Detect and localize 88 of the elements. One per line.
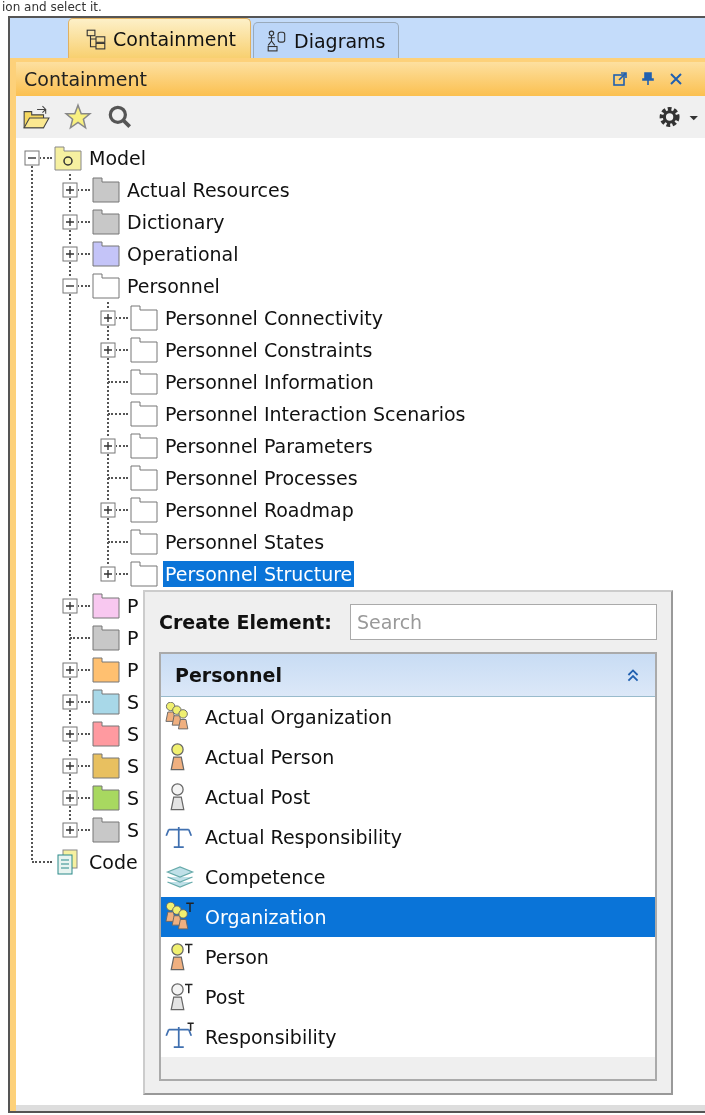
tree-item[interactable]: Personnel Parameters (163, 433, 375, 459)
tree-item[interactable]: P (125, 625, 141, 651)
expand-toggle[interactable] (100, 342, 116, 358)
list-item[interactable]: Actual Person (161, 737, 655, 777)
tree-item[interactable]: Personnel Constraints (163, 337, 375, 363)
caption-text: ion and select it. (1, 0, 103, 16)
folder-icon (92, 657, 120, 683)
tree-item[interactable]: Actual Resources (125, 177, 292, 203)
tree-item[interactable]: S (125, 753, 142, 779)
expand-toggle[interactable] (62, 214, 78, 230)
list-item[interactable]: Actual Responsibility (161, 817, 655, 857)
list-item[interactable]: Competence (161, 857, 655, 897)
tree-item[interactable]: S (125, 785, 142, 811)
folder-icon (92, 273, 120, 299)
tree-item[interactable]: Personnel Roadmap (163, 497, 356, 523)
tree-item[interactable]: Personnel Structure (163, 561, 355, 587)
tree-item[interactable]: Personnel Interaction Scenarios (163, 401, 468, 427)
expand-toggle[interactable] (62, 598, 78, 614)
folder-icon (130, 337, 158, 363)
pin-icon[interactable] (641, 72, 655, 86)
expand-toggle[interactable] (100, 566, 116, 582)
collapse-chevron-icon[interactable] (625, 667, 641, 683)
people-group-icon (165, 902, 195, 932)
folder-icon (130, 465, 158, 491)
list-item[interactable]: Post (161, 977, 655, 1017)
group-header[interactable]: Personnel (161, 654, 655, 697)
hierarchy-icon (85, 27, 107, 50)
close-icon[interactable] (669, 72, 683, 86)
folder-icon (92, 177, 120, 203)
tree-item[interactable]: Personnel Processes (163, 465, 360, 491)
tree-item[interactable]: S (125, 689, 142, 715)
search-icon[interactable] (106, 103, 134, 131)
tree-item[interactable]: Personnel Connectivity (163, 305, 385, 331)
tab[interactable]: Diagrams (253, 22, 399, 58)
folder-icon (92, 689, 120, 715)
expand-toggle[interactable] (62, 822, 78, 838)
tree-item[interactable]: Operational (125, 241, 241, 267)
collapse-toggle[interactable] (62, 278, 78, 294)
tab[interactable]: Containment (68, 18, 252, 58)
tree-item[interactable]: Model (87, 145, 149, 171)
tree-item[interactable]: P (125, 593, 141, 619)
expand-toggle[interactable] (62, 662, 78, 678)
expand-toggle[interactable] (62, 758, 78, 774)
expand-toggle[interactable] (62, 694, 78, 710)
folder-icon (130, 561, 158, 587)
open-folder-icon[interactable] (22, 103, 50, 131)
tree-item[interactable]: S (125, 817, 142, 843)
expand-toggle[interactable] (100, 502, 116, 518)
star-icon[interactable] (64, 103, 92, 131)
list-item[interactable]: Organization (161, 897, 655, 937)
expand-toggle[interactable] (62, 726, 78, 742)
popup-title: Create Element: (159, 611, 332, 633)
list-item[interactable]: Actual Organization (161, 697, 655, 737)
folder-icon (92, 209, 120, 235)
collapse-toggle[interactable] (24, 150, 40, 166)
list-item[interactable]: Person (161, 937, 655, 977)
folder-icon (130, 433, 158, 459)
tree-item[interactable]: Personnel Information (163, 369, 376, 395)
package-icon (54, 145, 82, 171)
folder-icon (92, 753, 120, 779)
undock-icon[interactable] (613, 72, 627, 86)
tree-item[interactable]: Dictionary (125, 209, 227, 235)
expand-toggle[interactable] (100, 310, 116, 326)
folder-icon (92, 625, 120, 651)
folder-icon (92, 817, 120, 843)
expand-toggle[interactable] (62, 790, 78, 806)
folder-icon (130, 305, 158, 331)
group-title: Personnel (175, 664, 282, 686)
folder-icon (92, 593, 120, 619)
panel-title: Containment (24, 68, 148, 90)
tree-item[interactable]: S (125, 721, 142, 747)
folder-icon (130, 369, 158, 395)
tree-item[interactable]: P (125, 657, 141, 683)
folder-icon (92, 785, 120, 811)
folder-icon (130, 529, 158, 555)
search-field[interactable]: Search (349, 604, 657, 640)
tree-item[interactable]: Personnel States (163, 529, 327, 555)
folder-icon (92, 721, 120, 747)
tree-item[interactable]: Personnel (125, 273, 222, 299)
expand-toggle[interactable] (62, 246, 78, 262)
expand-toggle[interactable] (100, 438, 116, 454)
folder-icon (130, 497, 158, 523)
list-item[interactable]: Responsibility (161, 1017, 655, 1057)
folder-icon (130, 401, 158, 427)
expand-toggle[interactable] (62, 182, 78, 198)
tree-item[interactable]: Code (87, 849, 140, 875)
folder-icon (92, 241, 120, 267)
list-item[interactable]: Actual Post (161, 777, 655, 817)
